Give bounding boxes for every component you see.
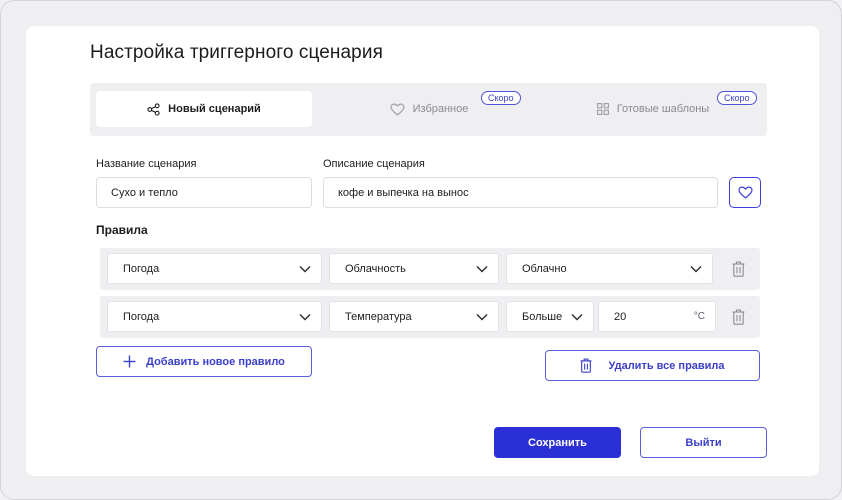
grid-icon — [596, 103, 609, 115]
delete-rule-button[interactable] — [730, 260, 746, 278]
add-rule-label: Добавить новое правило — [146, 355, 285, 368]
rule-parameter-select[interactable]: Облачность — [329, 253, 499, 284]
rule-row: Погода Температура Больше 20 °C — [100, 296, 760, 338]
scenario-description-value: кофе и выпечка на вынос — [338, 186, 469, 199]
add-to-favorites-button[interactable] — [729, 177, 761, 208]
app-window: Настройка триггерного сценария Новый сце… — [0, 0, 842, 500]
scenario-description-field[interactable]: кофе и выпечка на вынос — [323, 177, 718, 208]
rule-value-input[interactable]: 20 °C — [598, 301, 716, 332]
plus-icon — [123, 355, 136, 368]
chevron-down-icon — [571, 313, 583, 320]
rule-source-select[interactable]: Погода — [107, 253, 322, 284]
scenario-description-label: Описание сценария — [323, 158, 425, 170]
unit-label: °C — [693, 311, 705, 322]
input-value: 20 — [614, 310, 627, 323]
trigger-scenario-card: Настройка триггерного сценария Новый сце… — [26, 26, 819, 476]
select-value: Больше — [522, 310, 563, 323]
heart-icon — [737, 186, 753, 199]
trash-icon — [732, 261, 744, 277]
select-value: Погода — [123, 262, 160, 275]
chevron-down-icon — [690, 265, 702, 272]
select-value: Температура — [345, 310, 412, 323]
rule-source-select[interactable]: Погода — [107, 301, 322, 332]
rules-title: Правила — [96, 223, 148, 237]
trash-icon — [732, 309, 744, 325]
rule-row: Погода Облачность Облачно — [100, 248, 760, 290]
select-value: Облачно — [522, 262, 567, 275]
delete-all-rules-button[interactable]: Удалить все правила — [545, 350, 760, 381]
trash-icon — [580, 358, 592, 373]
share-nodes-icon — [147, 102, 160, 116]
chevron-down-icon — [476, 313, 488, 320]
rule-parameter-select[interactable]: Температура — [329, 301, 499, 332]
tab-label: Готовые шаблоны — [616, 103, 710, 115]
chevron-down-icon — [299, 313, 311, 320]
scenario-tabs: Новый сценарий Избранное Скоро Готовые ш… — [90, 83, 767, 136]
chevron-down-icon — [299, 265, 311, 272]
scenario-name-label: Название сценария — [96, 158, 197, 170]
soon-badge: Скоро — [481, 91, 521, 105]
chevron-down-icon — [476, 265, 488, 272]
delete-rule-button[interactable] — [730, 308, 746, 326]
page-title: Настройка триггерного сценария — [90, 42, 383, 63]
tab-new-scenario[interactable]: Новый сценарий — [96, 91, 312, 127]
scenario-name-value: Сухо и тепло — [111, 186, 178, 199]
select-value: Облачность — [345, 262, 406, 275]
tab-label: Новый сценарий — [168, 103, 261, 115]
tab-label: Избранное — [412, 103, 469, 115]
scenario-name-field[interactable]: Сухо и тепло — [96, 177, 312, 208]
save-button[interactable]: Сохранить — [494, 427, 621, 458]
exit-button[interactable]: Выйти — [640, 427, 767, 458]
rule-operator-select[interactable]: Больше — [506, 301, 594, 332]
soon-badge: Скоро — [717, 91, 757, 105]
add-rule-button[interactable]: Добавить новое правило — [96, 346, 312, 377]
rule-condition-select[interactable]: Облачно — [506, 253, 713, 284]
select-value: Погода — [123, 310, 160, 323]
delete-all-label: Удалить все правила — [608, 359, 725, 372]
heart-icon — [390, 103, 405, 116]
